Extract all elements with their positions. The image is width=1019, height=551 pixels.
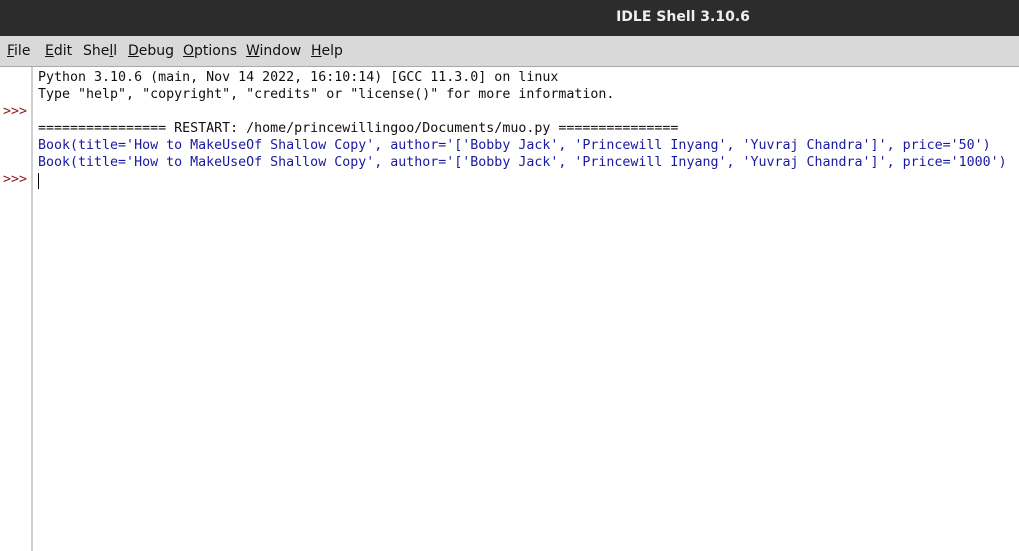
menu-help[interactable]: Help bbox=[311, 43, 343, 59]
menu-bar: File Edit Shell Debug Options Window Hel… bbox=[0, 36, 1019, 67]
banner-line: Type "help", "copyright", "credits" or "… bbox=[38, 87, 615, 102]
title-bar: IDLE Shell 3.10.6 bbox=[0, 0, 1019, 36]
prompt-gutter: >>> >>> bbox=[0, 67, 33, 551]
text-cursor bbox=[38, 173, 39, 189]
shell-text-area[interactable]: Python 3.10.6 (main, Nov 14 2022, 16:10:… bbox=[34, 67, 1019, 551]
menu-file[interactable]: File bbox=[7, 43, 30, 59]
menu-debug[interactable]: Debug bbox=[128, 43, 174, 59]
menu-shell[interactable]: Shell bbox=[83, 43, 117, 59]
menu-window[interactable]: Window bbox=[246, 43, 301, 59]
menu-edit[interactable]: Edit bbox=[45, 43, 72, 59]
restart-line: ================ RESTART: /home/princewi… bbox=[38, 121, 679, 136]
output-line: Book(title='How to MakeUseOf Shallow Cop… bbox=[38, 155, 1007, 170]
menu-options[interactable]: Options bbox=[183, 43, 237, 59]
prompt-marker: >>> bbox=[3, 104, 28, 119]
prompt-marker: >>> bbox=[3, 172, 28, 187]
window-title: IDLE Shell 3.10.6 bbox=[616, 9, 750, 25]
output-line: Book(title='How to MakeUseOf Shallow Cop… bbox=[38, 138, 991, 153]
banner-line: Python 3.10.6 (main, Nov 14 2022, 16:10:… bbox=[38, 70, 559, 85]
